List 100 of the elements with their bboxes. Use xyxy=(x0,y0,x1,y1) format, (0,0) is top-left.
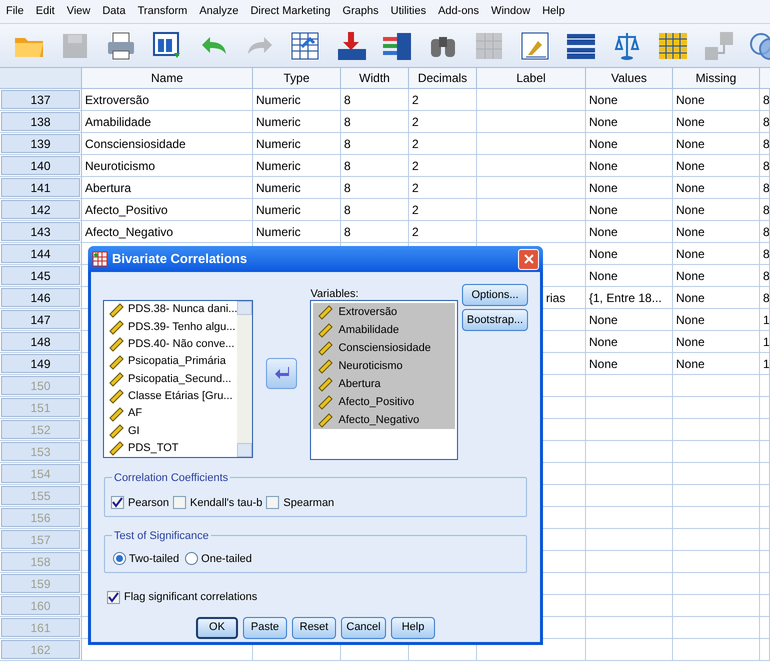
row-number[interactable]: 144 xyxy=(1,244,80,263)
checkbox[interactable] xyxy=(266,496,280,510)
table-cell-text: None xyxy=(676,246,705,262)
table-cell-text: Afecto_Positivo xyxy=(85,202,168,218)
table-cell-text: Numeric xyxy=(256,114,301,130)
menu-item[interactable]: Utilities xyxy=(384,3,432,20)
column-header[interactable]: Decimals xyxy=(409,68,477,88)
variable-item[interactable]: Psicopatia_Primária xyxy=(128,353,226,370)
dialog-button[interactable]: Reset xyxy=(292,616,336,638)
checkbox[interactable] xyxy=(172,496,186,510)
menu-item[interactable]: File xyxy=(0,3,30,20)
table-cell-text: None xyxy=(589,224,618,240)
table-cell-text: 8 xyxy=(763,202,769,218)
variable-item[interactable]: Neuroticismo xyxy=(313,357,455,375)
row-number[interactable]: 148 xyxy=(1,332,80,351)
table-cell-text: None xyxy=(676,290,705,306)
row-number[interactable]: 146 xyxy=(1,288,80,307)
menu-item[interactable]: Window xyxy=(485,3,536,20)
column-header[interactable]: Type xyxy=(253,68,341,88)
variable-item[interactable]: Classe Etárias [Gru... xyxy=(128,388,233,405)
row-number[interactable]: 145 xyxy=(1,266,80,285)
row-number[interactable]: 141 xyxy=(1,178,80,197)
scrollbar[interactable] xyxy=(237,301,252,457)
ruler-icon xyxy=(108,440,124,456)
radio-label[interactable]: One-tailed xyxy=(201,550,252,567)
ruler-icon xyxy=(108,302,124,318)
radio-button[interactable] xyxy=(185,552,198,566)
variable-item[interactable]: Extroversão xyxy=(313,303,455,321)
ruler-icon xyxy=(108,388,124,404)
variable-item[interactable]: Afecto_Positivo xyxy=(313,393,455,411)
variable-item[interactable]: PDS.40- Não conve... xyxy=(128,336,234,353)
menu-item[interactable]: Data xyxy=(96,3,132,20)
column-header[interactable]: Label xyxy=(477,68,586,88)
dialog-button[interactable]: OK xyxy=(196,616,238,638)
variables-label: Variables: xyxy=(310,287,360,300)
variable-item[interactable]: PDS.38- Nunca dani... xyxy=(128,301,237,318)
row-number[interactable]: 137 xyxy=(1,90,80,109)
variable-item[interactable]: Afecto_Negativo xyxy=(313,411,455,429)
row-number[interactable]: 139 xyxy=(1,134,80,153)
variable-item[interactable]: Consciensiosidade xyxy=(313,339,455,357)
table-cell-text: 2 xyxy=(412,158,419,174)
column-header[interactable]: Name xyxy=(82,68,253,88)
variable-item[interactable]: PDS.39- Tenho algu... xyxy=(128,318,236,336)
checkbox-label[interactable]: Flag significant correlations xyxy=(124,589,258,606)
checkbox-label[interactable]: Kendall's tau-b xyxy=(190,494,262,511)
table-cell-text: Consciensiosidade xyxy=(85,136,186,152)
table-cell-text: None xyxy=(676,92,705,108)
table-cell-text: None xyxy=(589,334,618,350)
row-number[interactable]: 143 xyxy=(1,222,80,241)
menu-item[interactable]: Transform xyxy=(132,3,194,20)
selected-variable-list[interactable]: Extroversão Amabilidade Consciensiosidade Neuroticismo Abertura Afecto_Positivo Afecto_Negativo xyxy=(310,300,458,460)
table-cell-text: rias xyxy=(546,290,566,306)
variable-item[interactable]: GI xyxy=(128,422,140,440)
variable-item[interactable]: Abertura xyxy=(313,375,455,393)
column-header[interactable]: Width xyxy=(341,68,409,88)
menu-item[interactable]: Analyze xyxy=(193,3,244,20)
table-cell-text: None xyxy=(589,92,618,108)
table-cell-text: 8 xyxy=(763,224,769,240)
variable-item[interactable]: AF xyxy=(128,405,142,422)
row-number[interactable]: 149 xyxy=(1,354,80,373)
radio-label[interactable]: Two-tailed xyxy=(129,550,180,567)
table-cell-text: Numeric xyxy=(256,224,301,240)
menu-item[interactable]: Direct Marketing xyxy=(244,3,337,20)
table-cell-text: None xyxy=(589,202,618,218)
checkbox[interactable] xyxy=(107,590,120,604)
dialog-button[interactable]: Help xyxy=(391,616,435,638)
menu-item[interactable]: Edit xyxy=(30,3,61,20)
table-cell-text: None xyxy=(589,136,618,152)
table-cell-text: Numeric xyxy=(256,202,301,218)
row-number[interactable]: 140 xyxy=(1,156,80,175)
dialog-button[interactable]: Bootstrap... xyxy=(462,309,528,331)
table-cell-text: 8 xyxy=(344,224,351,240)
table-cell-text: Extroversão xyxy=(85,92,150,108)
table-cell-text: 2 xyxy=(412,136,419,152)
dialog-button[interactable]: Paste xyxy=(243,616,287,638)
menu-item[interactable]: Graphs xyxy=(336,3,385,20)
table-cell-text: 8 xyxy=(344,202,351,218)
table-cell-text: Amabilidade xyxy=(85,114,152,130)
variable-item[interactable]: Psicopatia_Secund... xyxy=(128,370,232,388)
table-cell-text: Numeric xyxy=(256,158,301,174)
row-number[interactable]: 138 xyxy=(1,112,80,131)
column-header[interactable]: Values xyxy=(586,68,673,88)
dialog-button[interactable]: Options... xyxy=(462,284,528,306)
dialog-button[interactable]: Cancel xyxy=(341,616,386,638)
move-button[interactable] xyxy=(266,358,298,388)
variable-item[interactable]: Amabilidade xyxy=(313,321,455,339)
menu-item[interactable]: Help xyxy=(536,3,571,20)
row-number[interactable]: 142 xyxy=(1,200,80,219)
column-header[interactable]: Missing xyxy=(673,68,760,88)
checkbox-label[interactable]: Spearman xyxy=(283,494,334,511)
checkbox-label[interactable]: Pearson xyxy=(128,494,169,511)
menu-item[interactable]: Add-ons xyxy=(432,3,486,20)
table-cell-text: 2 xyxy=(412,180,419,196)
close-button[interactable] xyxy=(518,248,539,270)
variable-item[interactable]: PDS_TOT xyxy=(128,440,179,457)
row-number[interactable]: 147 xyxy=(1,310,80,329)
radio-button[interactable] xyxy=(113,552,126,566)
checkbox[interactable] xyxy=(111,496,124,510)
menu-item[interactable]: View xyxy=(60,3,96,20)
corner-cell[interactable] xyxy=(0,68,82,88)
